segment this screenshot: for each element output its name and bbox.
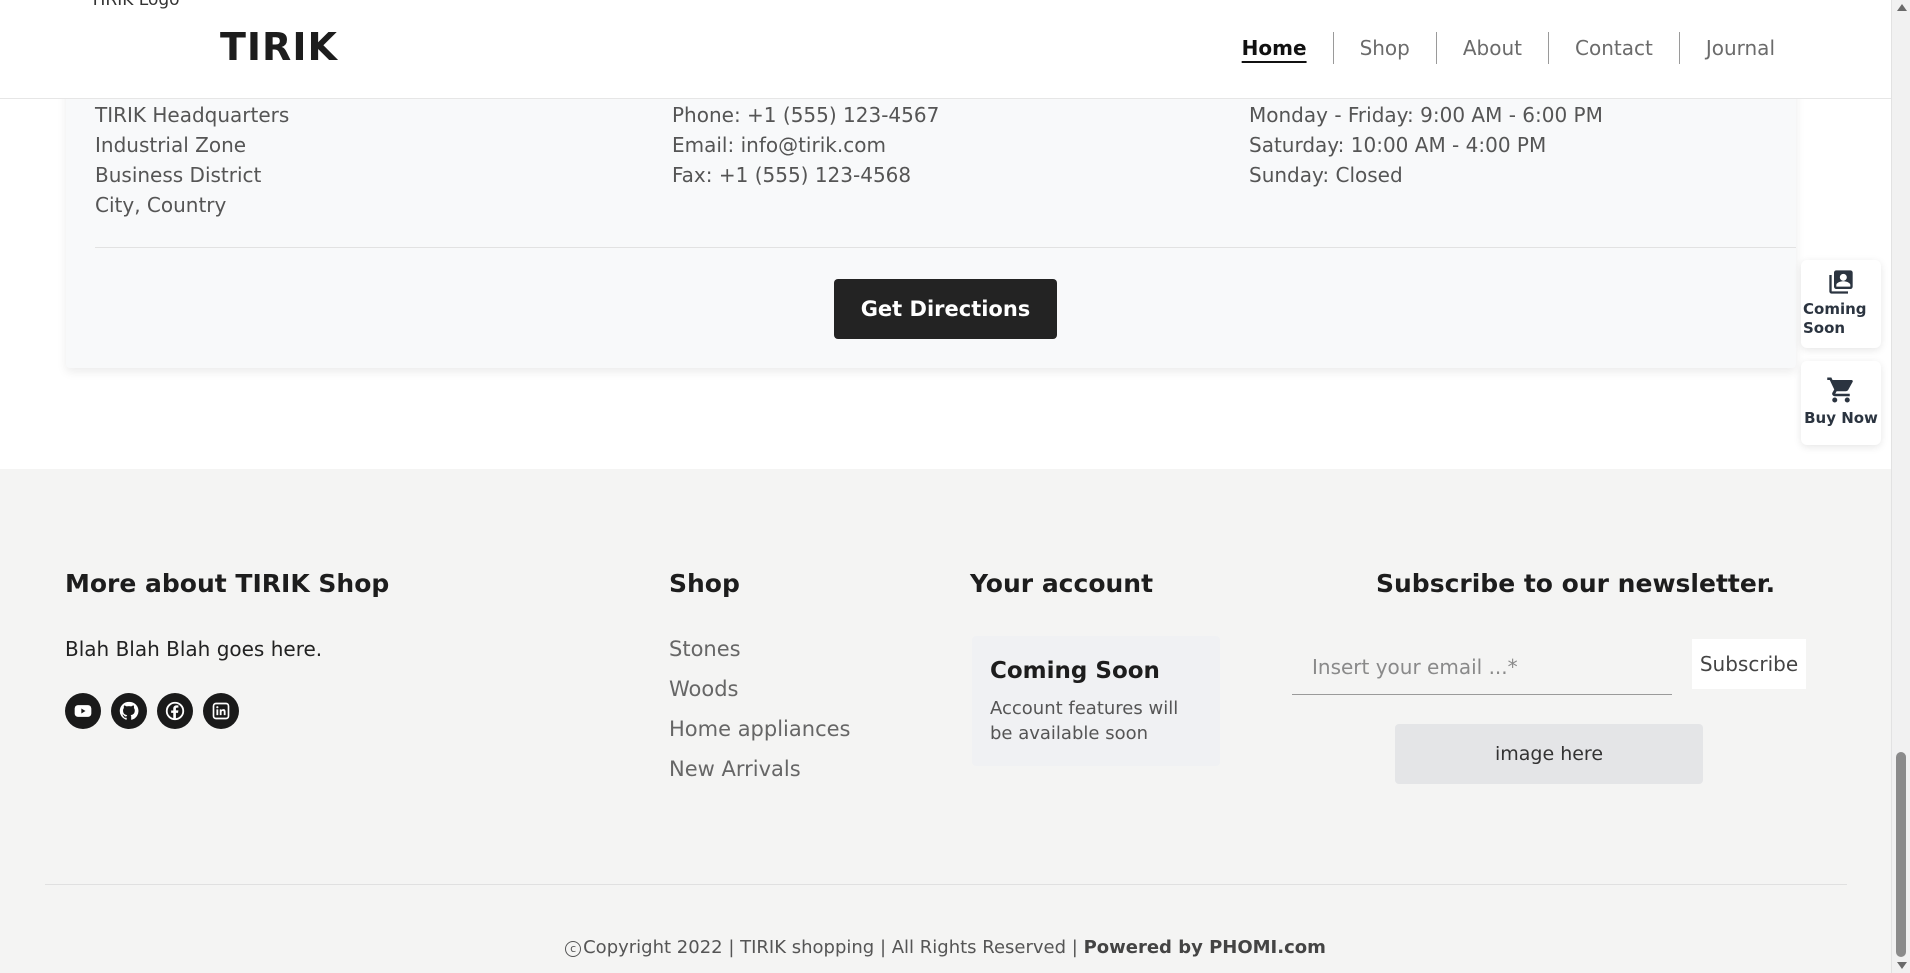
hours-line: Monday - Friday: 9:00 AM - 6:00 PM bbox=[1249, 103, 1603, 127]
account-box-icon bbox=[1829, 270, 1853, 294]
buy-now-label: Buy Now bbox=[1804, 409, 1878, 427]
copyright-bar: c Copyright 2022 | TIRIK shopping | All R… bbox=[0, 937, 1891, 958]
scroll-down-arrow-icon[interactable] bbox=[1897, 962, 1907, 969]
address-line: City, Country bbox=[95, 193, 227, 217]
footer-link-new-arrivals[interactable]: New Arrivals bbox=[669, 757, 850, 782]
main-nav: Home Shop About Contact Journal bbox=[1216, 32, 1801, 64]
footer-link-stones[interactable]: Stones bbox=[669, 637, 850, 662]
image-placeholder: image here bbox=[1395, 724, 1703, 784]
account-box-title: Coming Soon bbox=[990, 658, 1160, 684]
social-links bbox=[65, 693, 239, 729]
footer-divider bbox=[45, 884, 1847, 885]
fax-line: Fax: +1 (555) 123-4568 bbox=[672, 163, 912, 187]
copyright-icon: c bbox=[565, 941, 582, 957]
youtube-icon[interactable] bbox=[65, 693, 101, 729]
contact-info-card: TIRIK Headquarters Industrial Zone Busin… bbox=[66, 60, 1796, 368]
powered-by-link[interactable]: Powered by PHOMI.com bbox=[1084, 937, 1326, 958]
nav-journal[interactable]: Journal bbox=[1680, 36, 1801, 60]
nav-contact[interactable]: Contact bbox=[1549, 36, 1679, 60]
footer-link-woods[interactable]: Woods bbox=[669, 677, 850, 702]
scrollbar-thumb[interactable] bbox=[1896, 752, 1906, 957]
address-line: TIRIK Headquarters bbox=[95, 103, 290, 127]
site-header: TIRIK Logo TIRIK Home Shop About Contact… bbox=[0, 0, 1891, 99]
logo-alt-text: TIRIK Logo bbox=[90, 0, 180, 10]
hours-line: Saturday: 10:00 AM - 4:00 PM bbox=[1249, 133, 1547, 157]
phone-line: Phone: +1 (555) 123-4567 bbox=[672, 103, 940, 127]
address-line: Business District bbox=[95, 163, 262, 187]
coming-soon-label: Coming Soon bbox=[1803, 300, 1867, 337]
facebook-icon[interactable] bbox=[157, 693, 193, 729]
site-footer: More about TIRIK Shop Blah Blah Blah goe… bbox=[0, 469, 1891, 973]
footer-account-heading: Your account bbox=[970, 569, 1154, 598]
hours-column: Monday - Friday: 9:00 AM - 6:00 PM Satur… bbox=[1249, 100, 1603, 190]
nav-about[interactable]: About bbox=[1437, 36, 1548, 60]
newsletter-email-input[interactable] bbox=[1292, 639, 1672, 695]
account-box-text: Account features will be available soon bbox=[990, 698, 1179, 744]
nav-shop[interactable]: Shop bbox=[1334, 36, 1436, 60]
subscribe-button[interactable]: Subscribe bbox=[1692, 639, 1806, 689]
newsletter-heading: Subscribe to our newsletter. bbox=[1376, 569, 1776, 598]
scroll-up-arrow-icon[interactable] bbox=[1897, 4, 1907, 11]
hours-line: Sunday: Closed bbox=[1249, 163, 1403, 187]
site-logo[interactable]: TIRIK bbox=[220, 25, 338, 69]
get-directions-button[interactable]: Get Directions bbox=[834, 279, 1057, 339]
footer-shop-heading: Shop bbox=[669, 569, 740, 598]
contact-column: Phone: +1 (555) 123-4567 Email: info@tir… bbox=[672, 100, 939, 190]
card-divider bbox=[95, 247, 1796, 248]
buy-now-widget[interactable]: Buy Now bbox=[1801, 361, 1881, 445]
email-line: Email: info@tirik.com bbox=[672, 133, 886, 157]
copyright-text: Copyright 2022 | TIRIK shopping | All Ri… bbox=[583, 937, 1084, 958]
address-column: TIRIK Headquarters Industrial Zone Busin… bbox=[95, 100, 289, 220]
nav-home[interactable]: Home bbox=[1216, 36, 1333, 60]
account-coming-soon-box: Coming Soon Account features will be ava… bbox=[972, 636, 1220, 766]
footer-about-heading: More about TIRIK Shop bbox=[65, 569, 390, 598]
github-icon[interactable] bbox=[111, 693, 147, 729]
address-line: Industrial Zone bbox=[95, 133, 247, 157]
footer-link-home-appliances[interactable]: Home appliances bbox=[669, 717, 850, 742]
footer-shop-links: Stones Woods Home appliances New Arrival… bbox=[669, 637, 850, 797]
page-scrollbar[interactable] bbox=[1891, 0, 1910, 973]
coming-soon-widget[interactable]: Coming Soon bbox=[1801, 260, 1881, 348]
cart-icon bbox=[1827, 377, 1853, 403]
linkedin-icon[interactable] bbox=[203, 693, 239, 729]
footer-about-text: Blah Blah Blah goes here. bbox=[65, 637, 323, 661]
